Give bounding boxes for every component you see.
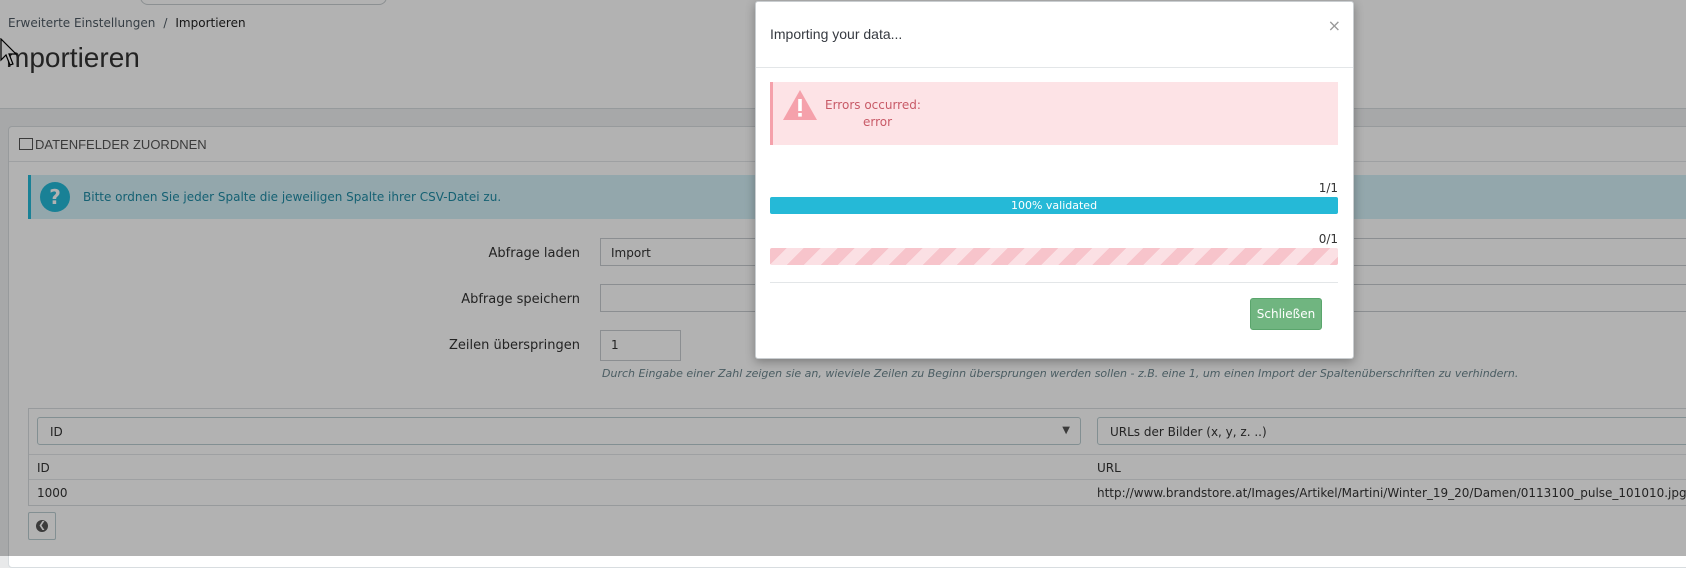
close-button[interactable]: Schließen	[1250, 298, 1322, 330]
divider	[756, 67, 1353, 68]
warning-icon	[783, 90, 817, 120]
validate-count: 1/1	[1318, 181, 1338, 195]
import-progress-bar	[770, 248, 1338, 265]
import-count: 0/1	[1318, 232, 1338, 246]
validate-progress-bar: 100% validated	[770, 197, 1338, 214]
import-modal: Importing your data... × Errors occurred…	[755, 1, 1354, 359]
validate-progress-fill: 100% validated	[770, 197, 1338, 214]
divider	[770, 282, 1338, 283]
error-alert: Errors occurred: error	[770, 82, 1338, 145]
close-icon[interactable]: ×	[1328, 16, 1341, 35]
modal-title: Importing your data...	[770, 26, 903, 42]
error-heading: Errors occurred:	[825, 98, 921, 112]
error-message: error	[863, 115, 893, 129]
